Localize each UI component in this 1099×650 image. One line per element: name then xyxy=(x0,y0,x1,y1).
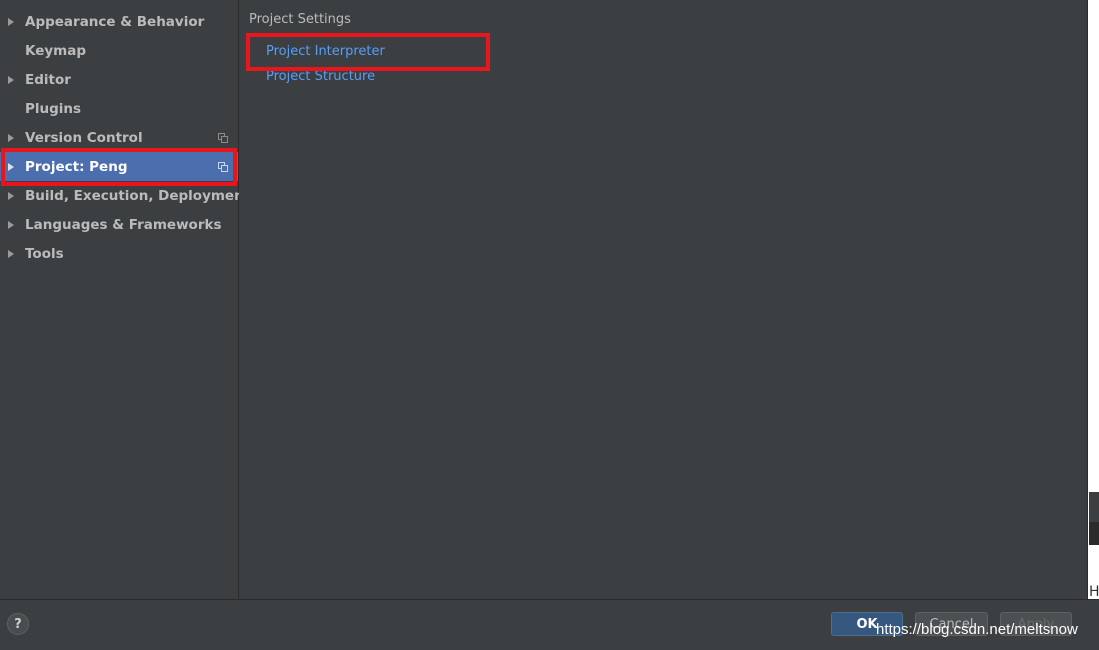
expand-arrow-icon[interactable] xyxy=(8,17,14,26)
link-project-interpreter[interactable]: Project Interpreter xyxy=(266,44,385,59)
sidebar-item-label: Plugins xyxy=(25,100,82,117)
expand-arrow-icon[interactable] xyxy=(8,191,14,200)
sidebar-item-label: Appearance & Behavior xyxy=(25,13,205,30)
copy-icon xyxy=(218,161,228,172)
sidebar-item-label: Version Control xyxy=(25,129,143,146)
link-project-structure[interactable]: Project Structure xyxy=(266,69,375,84)
expand-arrow-icon[interactable] xyxy=(8,249,14,258)
sidebar-item-plugins[interactable]: Plugins xyxy=(0,94,238,123)
sidebar-item-editor[interactable]: Editor xyxy=(0,65,238,94)
expand-arrow-icon[interactable] xyxy=(8,75,14,84)
sidebar-item-label: Project: Peng xyxy=(25,158,128,175)
sidebar-item-keymap[interactable]: Keymap xyxy=(0,36,238,65)
cancel-button[interactable]: Cancel xyxy=(915,612,988,636)
background-text-fragment: H xyxy=(1089,584,1099,599)
sidebar-item-languages-frameworks[interactable]: Languages & Frameworks xyxy=(0,210,238,239)
apply-button[interactable]: Apply xyxy=(1000,612,1072,636)
sidebar-item-label: Build, Execution, Deployment xyxy=(25,187,251,204)
sidebar-item-build-execution-deployment[interactable]: Build, Execution, Deployment xyxy=(0,181,250,210)
sidebar-item-label: Keymap xyxy=(25,42,87,59)
copy-icon xyxy=(218,132,228,143)
help-icon: ? xyxy=(14,616,22,632)
sidebar-item-label: Languages & Frameworks xyxy=(25,216,222,233)
ok-button[interactable]: OK xyxy=(831,612,903,636)
sidebar-item-appearance-behavior[interactable]: Appearance & Behavior xyxy=(0,7,238,36)
expand-arrow-icon[interactable] xyxy=(8,133,14,142)
settings-sidebar: Appearance & Behavior Keymap Editor Plug… xyxy=(0,0,250,599)
sidebar-item-label: Tools xyxy=(25,245,64,262)
expand-arrow-icon[interactable] xyxy=(8,220,14,229)
sidebar-item-project-peng[interactable]: Project: Peng xyxy=(0,152,238,181)
sidebar-item-version-control[interactable]: Version Control xyxy=(0,123,238,152)
edge-segment xyxy=(1089,492,1099,522)
dialog-footer: ? OK Cancel Apply https://blog.csdn.net/… xyxy=(0,599,1099,650)
sidebar-item-tools[interactable]: Tools xyxy=(0,239,238,268)
section-title: Project Settings xyxy=(249,12,351,27)
settings-content: Project Settings Project Interpreter Pro… xyxy=(239,0,1087,599)
help-button[interactable]: ? xyxy=(7,613,29,635)
background-window-edge: H xyxy=(1087,0,1099,599)
expand-arrow-icon[interactable] xyxy=(8,162,14,171)
edge-segment xyxy=(1089,522,1099,545)
sidebar-item-label: Editor xyxy=(25,71,71,88)
